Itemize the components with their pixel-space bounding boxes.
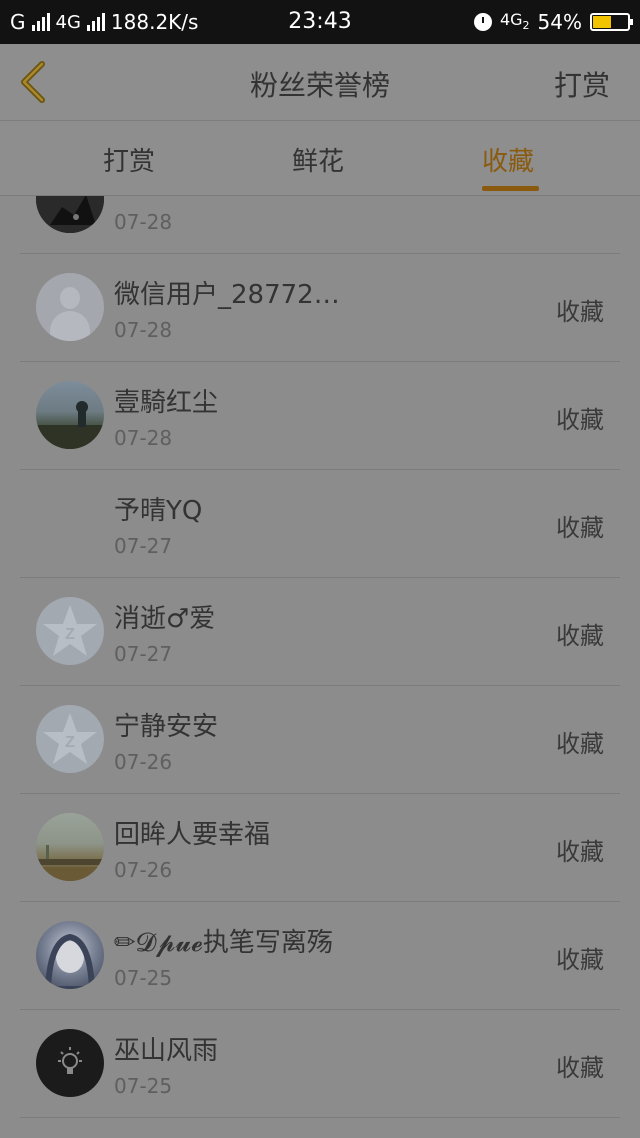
tab-reward[interactable]: 打赏 bbox=[103, 141, 155, 178]
list-action: 收藏 bbox=[556, 514, 604, 542]
user-name: 壹騎红尘 bbox=[114, 388, 219, 418]
svg-text:Z: Z bbox=[65, 626, 75, 643]
tab-active-indicator bbox=[482, 186, 539, 191]
list-item[interactable]: Z 宁静安安 07-26 收藏 bbox=[0, 686, 640, 794]
list-item[interactable]: Z 消逝♂爱 07-27 收藏 bbox=[0, 578, 640, 686]
list-action: 收藏 bbox=[556, 1054, 604, 1082]
avatar bbox=[36, 381, 104, 449]
qq-star-icon: Z bbox=[43, 605, 97, 656]
list-date: 07-28 bbox=[114, 210, 173, 234]
list-date: 07-25 bbox=[114, 1074, 173, 1098]
landscape-icon bbox=[36, 401, 104, 449]
list-action: 收藏 bbox=[556, 406, 604, 434]
user-name: 回眸人要幸福 bbox=[114, 820, 271, 850]
silhouette-icon bbox=[36, 196, 104, 233]
list-action: 收藏 bbox=[556, 298, 604, 326]
user-name: 宁静安安 bbox=[114, 712, 219, 742]
reward-button[interactable]: 打赏 bbox=[554, 64, 610, 104]
list-action: 收藏 bbox=[556, 838, 604, 866]
network-type-right: 4G2 bbox=[499, 10, 530, 33]
tab-flowers[interactable]: 鲜花 bbox=[292, 141, 344, 178]
list-action: 收藏 bbox=[556, 946, 604, 974]
list-item[interactable]: 07-28 收藏 bbox=[0, 196, 640, 254]
user-name: 予晴YQ bbox=[114, 496, 203, 526]
divider bbox=[20, 1117, 620, 1118]
battery-icon bbox=[590, 13, 633, 31]
field-icon bbox=[36, 845, 104, 881]
user-name: ✏𝓓𝓹𝓾𝓮执笔写离殇 bbox=[114, 928, 333, 958]
tab-favorites[interactable]: 收藏 bbox=[482, 141, 534, 178]
status-bar: G 4G 188.2K/s 23:43 4G2 54% bbox=[0, 0, 640, 44]
list-date: 07-25 bbox=[114, 966, 173, 990]
avatar bbox=[36, 921, 104, 989]
user-name: 消逝♂爱 bbox=[114, 604, 216, 634]
user-name: 微信用户_28772… bbox=[114, 280, 340, 310]
nav-bar: 粉丝荣誉榜 打赏 bbox=[0, 44, 640, 121]
list-date: 07-26 bbox=[114, 858, 173, 882]
list-action: 收藏 bbox=[556, 730, 604, 758]
alarm-icon bbox=[473, 13, 492, 31]
tab-bar: 打赏 鲜花 收藏 bbox=[0, 121, 640, 196]
battery-percent: 54% bbox=[537, 10, 582, 34]
status-right: 4G2 54% bbox=[473, 10, 633, 34]
avatar: Z bbox=[36, 705, 104, 773]
list-item[interactable]: 微信用户_28772… 07-28 收藏 bbox=[0, 254, 640, 362]
list-item[interactable]: 予晴YQ 07-27 收藏 bbox=[0, 470, 640, 578]
list-item[interactable]: 回眸人要幸福 07-26 收藏 bbox=[0, 794, 640, 902]
list-date: 07-28 bbox=[114, 318, 173, 342]
avatar bbox=[36, 1029, 104, 1097]
list-date: 07-28 bbox=[114, 426, 173, 450]
list-action: 收藏 bbox=[556, 622, 604, 650]
avatar bbox=[36, 273, 104, 341]
user-name: 巫山风雨 bbox=[114, 1036, 219, 1066]
fans-list[interactable]: 07-28 收藏 微信用户_28772… 07-28 收藏 壹騎红尘 07-28… bbox=[0, 196, 640, 1138]
page-title: 粉丝荣誉榜 bbox=[249, 69, 390, 102]
qq-star-icon: Z bbox=[43, 713, 97, 764]
svg-text:Z: Z bbox=[65, 734, 75, 751]
avatar: Z bbox=[36, 597, 104, 665]
list-item[interactable]: 巫山风雨 07-25 收藏 bbox=[0, 1010, 640, 1118]
anime-avatar-icon bbox=[44, 933, 96, 989]
list-item[interactable]: ✏𝓓𝓹𝓾𝓮执笔写离殇 07-25 收藏 bbox=[0, 902, 640, 1010]
list-item[interactable]: 壹騎红尘 07-28 收藏 bbox=[0, 362, 640, 470]
list-date: 07-26 bbox=[114, 750, 173, 774]
avatar bbox=[36, 196, 104, 233]
list-date: 07-27 bbox=[114, 642, 173, 666]
lightbulb-icon bbox=[58, 1047, 82, 1074]
list-date: 07-27 bbox=[114, 534, 173, 558]
avatar bbox=[36, 813, 104, 881]
